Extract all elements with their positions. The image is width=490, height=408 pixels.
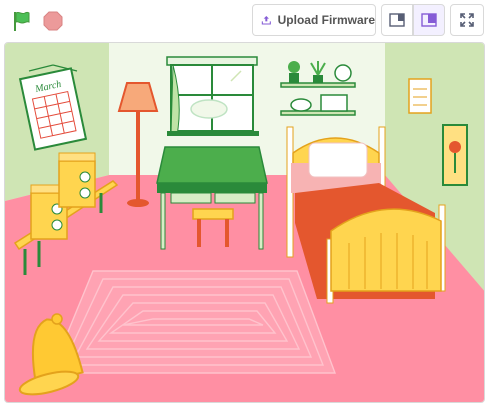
flower-picture (442, 124, 468, 186)
upload-firmware-label: Upload Firmware (277, 13, 375, 27)
fullscreen-button[interactable] (450, 4, 484, 36)
large-stage-button[interactable] (413, 4, 445, 36)
wall-scroll (408, 78, 432, 114)
stop-button[interactable] (40, 8, 66, 34)
upload-firmware-button[interactable]: Upload Firmware (252, 4, 376, 36)
upload-icon (261, 16, 271, 25)
stop-icon (43, 11, 63, 31)
stage-canvas[interactable]: March (4, 42, 485, 403)
fullscreen-icon (460, 13, 474, 27)
rug (49, 270, 337, 374)
bedroom-backdrop: March (5, 43, 484, 402)
window (166, 56, 259, 136)
large-stage-icon (421, 13, 437, 27)
small-stage-button[interactable] (381, 4, 413, 36)
small-stage-icon (389, 13, 405, 27)
green-flag-button[interactable] (8, 8, 34, 34)
stage-toolbar: Upload Firmware (0, 0, 490, 40)
green-flag-icon (14, 11, 30, 31)
